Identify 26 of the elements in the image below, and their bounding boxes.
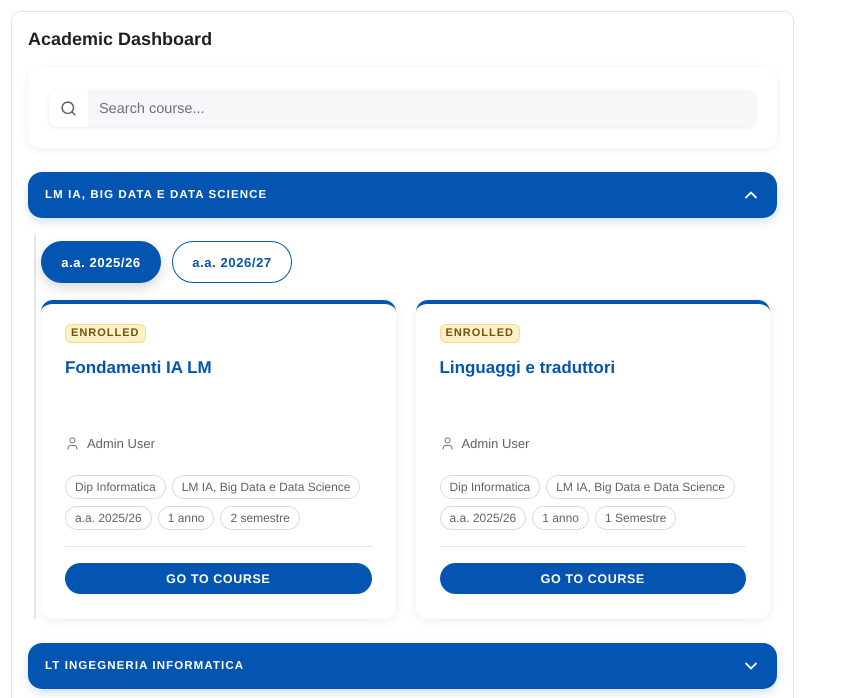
teacher-name: Admin User	[87, 436, 155, 450]
course-tag: 2 semestre	[220, 506, 300, 530]
course-tag: 1 anno	[532, 506, 589, 530]
course-tag: a.a. 2025/26	[440, 506, 526, 530]
program-accordion-header[interactable]: LM IA, BIG DATA E DATA SCIENCE	[28, 172, 777, 218]
user-icon	[440, 436, 454, 450]
course-tag: LM IA, Big Data e Data Science	[546, 475, 735, 499]
course-title[interactable]: Linguaggi e traduttori	[440, 358, 616, 377]
course-tag: Dip Informatica	[65, 475, 166, 499]
program-accordion-header[interactable]: LT INGEGNERIA INFORMATICA	[28, 643, 777, 689]
go-to-course-button[interactable]: GO TO COURSE	[440, 563, 746, 594]
course-tag: 1 Semestre	[594, 506, 676, 530]
status-badge: ENROLLED	[440, 324, 520, 343]
year-tab[interactable]: a.a. 2026/27	[172, 241, 292, 283]
search-field[interactable]: Search course...	[49, 90, 756, 127]
dashboard-title: Academic Dashboard	[28, 28, 214, 50]
course-tag: 1 anno	[158, 506, 214, 530]
teacher-name: Admin User	[462, 436, 530, 450]
year-tab[interactable]: a.a. 2025/26	[41, 241, 161, 283]
status-badge: ENROLLED	[65, 324, 146, 343]
user-icon	[65, 436, 80, 450]
course-title[interactable]: Fondamenti IA LM	[65, 358, 212, 377]
course-tag: LM IA, Big Data e Data Science	[172, 475, 360, 499]
go-to-course-button[interactable]: GO TO COURSE	[65, 563, 372, 594]
course-tag: Dip Informatica	[440, 475, 540, 499]
course-tag: a.a. 2025/26	[65, 506, 152, 530]
